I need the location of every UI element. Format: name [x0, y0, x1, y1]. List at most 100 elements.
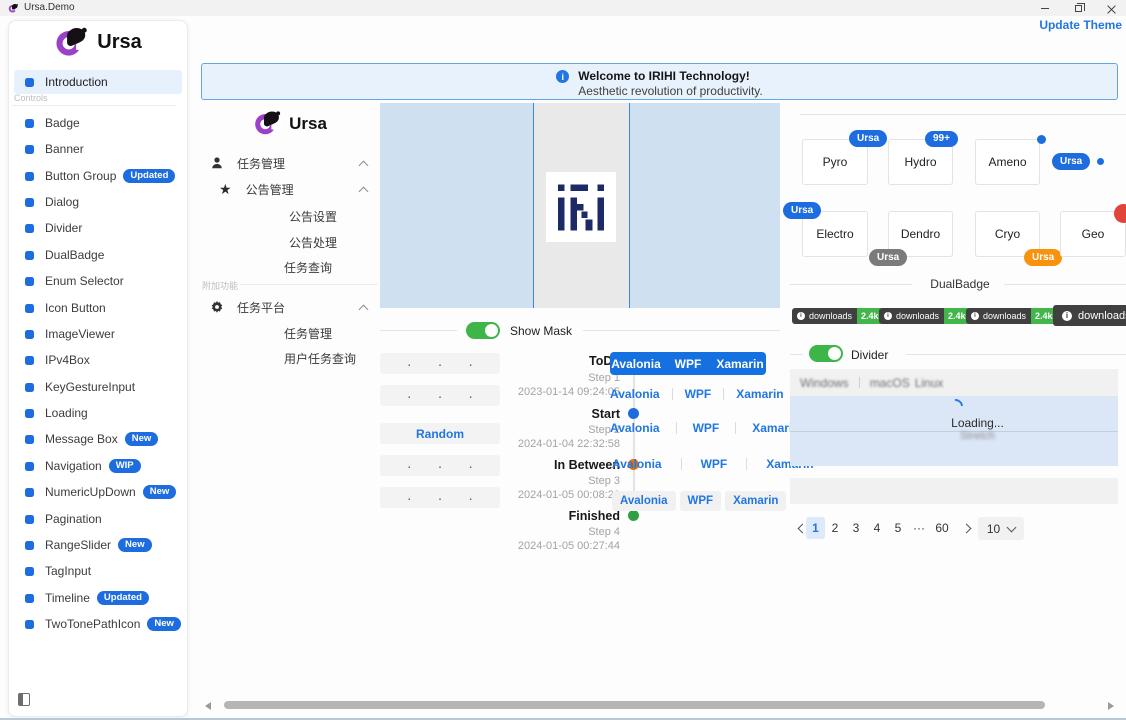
bullet-icon [25, 620, 34, 629]
bullet-icon [25, 172, 34, 181]
sidebar-item-navigation[interactable]: NavigationWIP [14, 453, 182, 479]
chevron-up-icon[interactable] [359, 305, 369, 315]
minimize-icon [1041, 8, 1049, 9]
pagination-page-4[interactable]: 4 [868, 517, 886, 539]
timeline-step: Step 4 [460, 526, 620, 538]
menu-item-announcement-handling[interactable]: 公告处理 [289, 229, 337, 255]
minimize-button[interactable] [1030, 0, 1060, 16]
sidebar-item-imageviewer[interactable]: ImageViewer [14, 321, 182, 347]
pagination-page-1[interactable]: 1 [806, 517, 825, 539]
sidebar-item-timeline[interactable]: TimelineUpdated [14, 585, 182, 611]
sidebar-item-rangeslider[interactable]: RangeSliderNew [14, 532, 182, 558]
sidebar-item-banner[interactable]: Banner [14, 136, 182, 162]
wpf-button[interactable]: WPF [701, 457, 728, 471]
divider-toggle[interactable] [809, 345, 843, 362]
ursa-logo-icon [54, 26, 90, 59]
bullet-icon [25, 277, 34, 286]
menu-group-announcement[interactable]: ★ 公告管理 [219, 176, 294, 202]
avalonia-button[interactable]: Avalonia [610, 387, 660, 401]
menu-group-task-platform[interactable]: 任务平台 [210, 294, 285, 320]
sidebar-item-badge[interactable]: Badge [14, 110, 182, 136]
status-badge: Updated [97, 591, 149, 605]
divider-line [790, 284, 912, 285]
sidebar-item-dualbadge[interactable]: DualBadge [14, 242, 182, 268]
collapse-sidebar-icon[interactable] [18, 693, 30, 706]
sidebar-item-button-group[interactable]: Button GroupUpdated [14, 163, 182, 189]
bullet-icon [25, 304, 34, 313]
status-badge: WIP [109, 459, 141, 473]
avalonia-button[interactable]: Avalonia [610, 357, 662, 371]
avalonia-button[interactable]: Avalonia [610, 421, 660, 435]
pagination-page-60[interactable]: 60 [930, 517, 954, 539]
chevron-up-icon[interactable] [359, 161, 369, 171]
xamarin-button[interactable]: Xamarin [714, 357, 766, 371]
sidebar-section-label: Controls [14, 93, 48, 103]
chevron-up-icon[interactable] [359, 187, 369, 197]
divider-line [906, 354, 1126, 355]
sidebar-item-dialog[interactable]: Dialog [14, 189, 182, 215]
horizontal-scrollbar-thumb[interactable] [224, 701, 1045, 709]
pagination-page-5[interactable]: 5 [889, 517, 907, 539]
info-icon: i [556, 70, 569, 83]
info-icon: i [884, 312, 892, 320]
update-theme-button[interactable]: Update Theme [1038, 18, 1122, 34]
xamarin-button[interactable]: Xamarin [736, 387, 783, 401]
pagination-page-2[interactable]: 2 [826, 517, 844, 539]
button-group-borderless: Avalonia WPF Xamarin [610, 421, 800, 435]
menu-group-task-management[interactable]: 任务管理 [210, 150, 285, 176]
standalone-ursa-badge: Ursa [1052, 153, 1090, 170]
timeline-step: Step 1 [460, 372, 620, 384]
sidebar-item-introduction[interactable]: Introduction [14, 70, 182, 94]
sidebar-item-pagination[interactable]: Pagination [14, 506, 182, 532]
bullet-icon [25, 330, 34, 339]
wpf-button[interactable]: WPF [693, 421, 720, 435]
sidebar-item-keygestureinput[interactable]: KeyGestureInput [14, 374, 182, 400]
close-button[interactable] [1096, 0, 1126, 16]
menu-item-user-task-query[interactable]: 用户任务查询 [284, 345, 356, 371]
button-group-borderless: Avalonia WPF Xamarin [612, 457, 814, 471]
tab-macos[interactable]: macOS [870, 376, 910, 390]
info-icon: i [797, 312, 805, 320]
restore-button[interactable] [1063, 0, 1093, 16]
menu-item-task-query[interactable]: 任务查询 [284, 254, 332, 280]
page-size-select[interactable]: 10 [978, 517, 1024, 540]
xamarin-button[interactable]: Xamarin [725, 491, 786, 511]
tab-linux[interactable]: Linux [915, 376, 944, 390]
bullet-icon [25, 78, 34, 87]
sidebar-item-icon-button[interactable]: Icon Button [14, 295, 182, 321]
sidebar-item-loading[interactable]: Loading [14, 400, 182, 426]
dualbadge-downloads: idownloads 2.4k [792, 308, 883, 324]
timeline-title: Finished [460, 509, 620, 523]
avalonia-button[interactable]: Avalonia [612, 457, 662, 471]
sidebar-item-message-box[interactable]: Message BoxNew [14, 426, 182, 452]
sidebar-item-taginput[interactable]: TagInput [14, 558, 182, 584]
sidebar-item-twotonepathicon[interactable]: TwoTonePathIconNew [14, 611, 182, 637]
pagination-next-button[interactable] [958, 517, 974, 539]
sidebar-item-enum-selector[interactable]: Enum Selector [14, 268, 182, 294]
divider-line [790, 354, 803, 355]
sidebar-item-numericupdown[interactable]: NumericUpDownNew [14, 479, 182, 505]
menu-item-task-management[interactable]: 任务管理 [284, 320, 332, 346]
titlebar: Ursa.Demo [0, 0, 1126, 16]
pagination-ellipsis[interactable]: ··· [910, 517, 928, 539]
bullet-icon [25, 224, 34, 233]
red-dot-badge [1114, 204, 1126, 223]
section-divider [12, 105, 176, 106]
menu-logo: Ursa [200, 110, 380, 137]
menu-item-announcement-settings[interactable]: 公告设置 [289, 203, 337, 229]
pagination-page-3[interactable]: 3 [847, 517, 865, 539]
wpf-button[interactable]: WPF [680, 491, 722, 511]
wpf-button[interactable]: WPF [685, 387, 712, 401]
restore-icon [1075, 5, 1082, 12]
scroll-right-arrow[interactable] [1108, 702, 1114, 710]
wpf-button[interactable]: WPF [662, 357, 714, 371]
sidebar-item-divider[interactable]: Divider [14, 215, 182, 241]
show-mask-toggle[interactable] [466, 322, 500, 339]
sidebar-item-ipv4box[interactable]: IPv4Box [14, 347, 182, 373]
avalonia-button[interactable]: Avalonia [612, 491, 676, 511]
gear-icon [210, 300, 224, 314]
menu-section-label: 附加功能 [202, 279, 238, 292]
scroll-left-arrow[interactable] [205, 702, 211, 710]
tab-windows[interactable]: Windows [800, 376, 849, 390]
status-badge: New [143, 485, 177, 499]
